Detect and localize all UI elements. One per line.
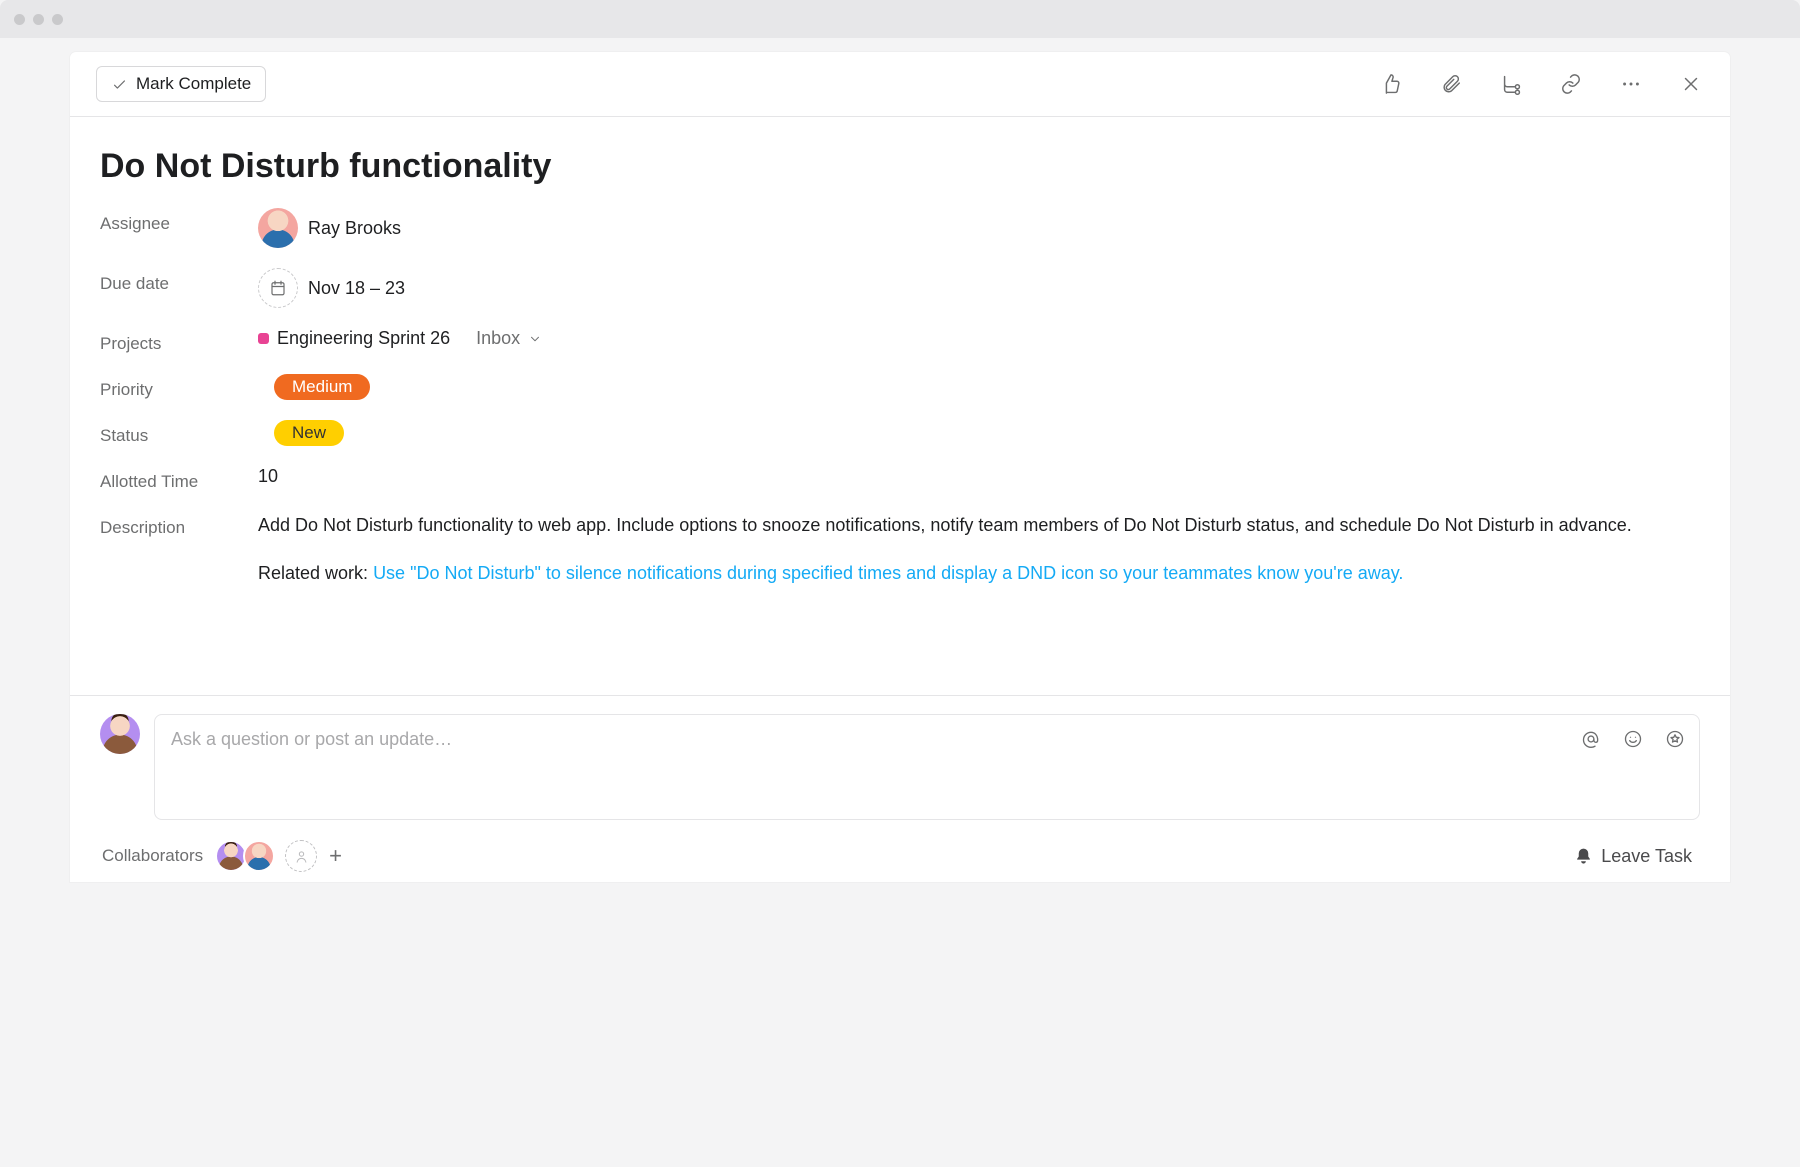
thumbs-up-icon bbox=[1380, 73, 1402, 95]
assignee-label: Assignee bbox=[100, 208, 258, 234]
due-date-text: Nov 18 – 23 bbox=[308, 278, 405, 299]
traffic-light-close-icon[interactable] bbox=[14, 14, 25, 25]
close-button[interactable] bbox=[1678, 71, 1704, 97]
due-date-label: Due date bbox=[100, 268, 258, 294]
allotted-time-label: Allotted Time bbox=[100, 466, 258, 492]
description-text: Add Do Not Disturb functionality to web … bbox=[258, 512, 1700, 540]
comment-inline-actions bbox=[1579, 727, 1687, 751]
attachment-button[interactable] bbox=[1438, 71, 1464, 97]
allotted-time-value[interactable]: 10 bbox=[258, 466, 278, 487]
related-prefix: Related work: bbox=[258, 563, 373, 583]
subtask-button[interactable] bbox=[1498, 71, 1524, 97]
add-collaborator-button[interactable]: + bbox=[327, 843, 344, 869]
assignee-avatar bbox=[258, 208, 298, 248]
at-icon bbox=[1581, 729, 1601, 749]
traffic-light-max-icon[interactable] bbox=[52, 14, 63, 25]
projects-label: Projects bbox=[100, 328, 258, 354]
toolbar-actions bbox=[1378, 71, 1704, 97]
current-user-avatar bbox=[100, 714, 140, 754]
assignee-value[interactable]: Ray Brooks bbox=[258, 208, 1700, 248]
project-section-name: Inbox bbox=[476, 328, 520, 349]
status-label: Status bbox=[100, 420, 258, 446]
link-icon bbox=[1560, 73, 1582, 95]
smile-icon bbox=[1623, 729, 1643, 749]
collaborators-label: Collaborators bbox=[102, 846, 203, 866]
bell-icon bbox=[1574, 847, 1593, 866]
add-collaborator-placeholder[interactable] bbox=[285, 840, 317, 872]
due-date-value[interactable]: Nov 18 – 23 bbox=[258, 268, 1700, 308]
mark-complete-label: Mark Complete bbox=[136, 74, 251, 94]
task-body: Do Not Disturb functionality Assignee Ra… bbox=[70, 117, 1730, 695]
like-button[interactable] bbox=[1378, 71, 1404, 97]
field-assignee: Assignee Ray Brooks bbox=[100, 208, 1700, 248]
status-pill[interactable]: New bbox=[274, 420, 344, 446]
comment-area: Ask a question or post an update… bbox=[70, 695, 1730, 882]
field-description: Description Add Do Not Disturb functiona… bbox=[100, 512, 1700, 588]
related-work-link[interactable]: Use "Do Not Disturb" to silence notifica… bbox=[373, 563, 1403, 583]
star-badge-icon bbox=[1665, 729, 1685, 749]
field-priority: Priority Medium bbox=[100, 374, 1700, 400]
traffic-light-min-icon[interactable] bbox=[33, 14, 44, 25]
appreciate-button[interactable] bbox=[1663, 727, 1687, 751]
mention-button[interactable] bbox=[1579, 727, 1603, 751]
comment-input[interactable]: Ask a question or post an update… bbox=[154, 714, 1700, 820]
field-due-date: Due date Nov 18 – 23 bbox=[100, 268, 1700, 308]
project-section-selector[interactable]: Inbox bbox=[476, 328, 542, 349]
field-status: Status New bbox=[100, 420, 1700, 446]
field-projects: Projects Engineering Sprint 26 Inbox bbox=[100, 328, 1700, 354]
more-button[interactable] bbox=[1618, 71, 1644, 97]
priority-label: Priority bbox=[100, 374, 258, 400]
collaborators-left: Collaborators + bbox=[102, 840, 344, 872]
field-allotted-time: Allotted Time 10 bbox=[100, 466, 1700, 492]
more-horizontal-icon bbox=[1620, 73, 1642, 95]
priority-pill[interactable]: Medium bbox=[274, 374, 370, 400]
related-work-line: Related work: Use "Do Not Disturb" to si… bbox=[258, 560, 1700, 588]
close-icon bbox=[1680, 73, 1702, 95]
paperclip-icon bbox=[1440, 73, 1462, 95]
leave-task-button[interactable]: Leave Task bbox=[1568, 845, 1698, 868]
check-icon bbox=[111, 76, 128, 93]
copy-link-button[interactable] bbox=[1558, 71, 1584, 97]
projects-value: Engineering Sprint 26 Inbox bbox=[258, 328, 1700, 349]
assignee-name: Ray Brooks bbox=[308, 218, 401, 239]
mark-complete-button[interactable]: Mark Complete bbox=[96, 66, 266, 102]
description-label: Description bbox=[100, 512, 258, 538]
project-token[interactable]: Engineering Sprint 26 bbox=[258, 328, 450, 349]
calendar-icon bbox=[269, 279, 287, 297]
collaborators-row: Collaborators + Leave Task bbox=[100, 840, 1700, 872]
comment-placeholder: Ask a question or post an update… bbox=[171, 729, 452, 749]
collaborator-avatar-2[interactable] bbox=[243, 840, 275, 872]
task-detail-panel: Mark Complete bbox=[70, 52, 1730, 882]
calendar-icon-wrap bbox=[258, 268, 298, 308]
project-color-dot bbox=[258, 333, 269, 344]
chevron-down-icon bbox=[528, 332, 542, 346]
person-icon bbox=[294, 849, 309, 864]
project-name: Engineering Sprint 26 bbox=[277, 328, 450, 348]
collaborator-avatars bbox=[219, 840, 275, 872]
task-toolbar: Mark Complete bbox=[70, 52, 1730, 117]
task-title[interactable]: Do Not Disturb functionality bbox=[100, 147, 1700, 186]
window-chrome bbox=[0, 0, 1800, 38]
leave-task-label: Leave Task bbox=[1601, 846, 1692, 867]
subtask-icon bbox=[1500, 73, 1522, 95]
emoji-button[interactable] bbox=[1621, 727, 1645, 751]
description-value[interactable]: Add Do Not Disturb functionality to web … bbox=[258, 512, 1700, 588]
